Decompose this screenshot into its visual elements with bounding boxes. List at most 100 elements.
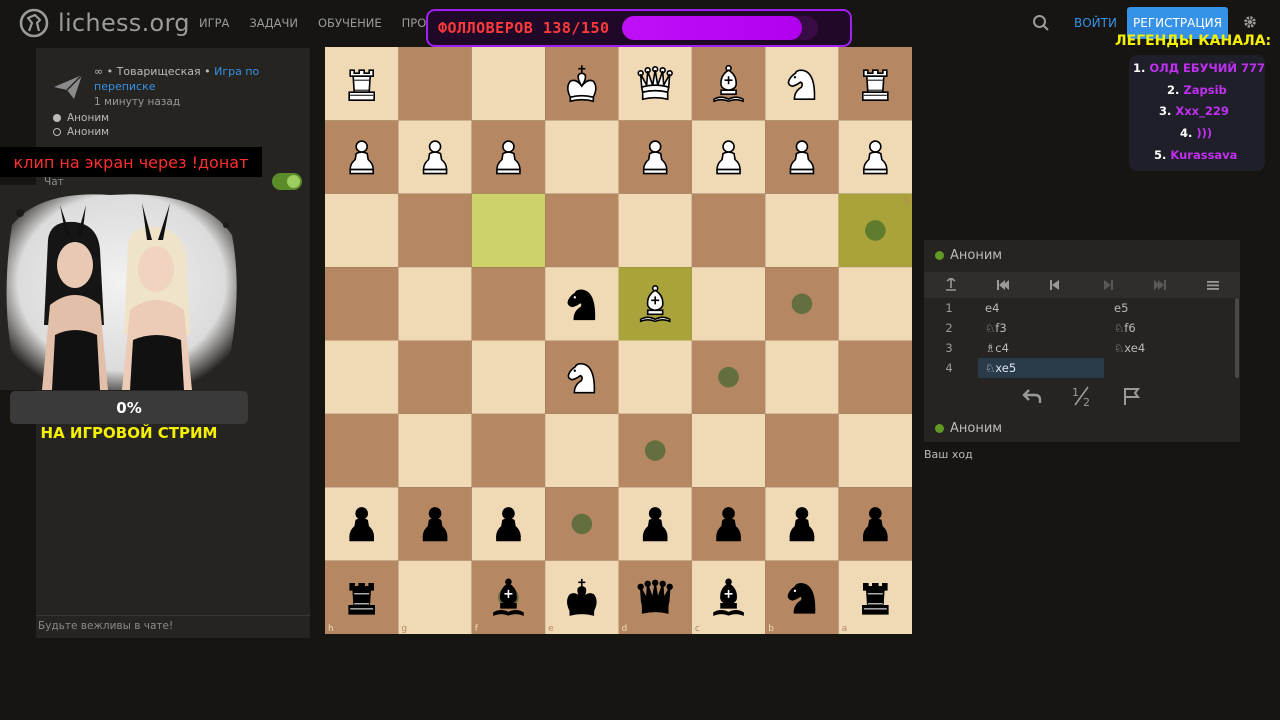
board-square[interactable] — [398, 560, 472, 634]
move-dest-dot[interactable] — [865, 220, 886, 241]
white-move[interactable]: e4 — [978, 298, 1104, 318]
board-square[interactable] — [618, 193, 692, 268]
file-label: d — [622, 624, 628, 634]
rank-label: 8 — [903, 564, 909, 574]
login-link[interactable]: ВОЙТИ — [1074, 16, 1117, 30]
opponent-name[interactable]: Аноним — [950, 248, 1002, 263]
white-move[interactable]: ♘f3 — [978, 318, 1104, 338]
offer-draw-icon[interactable]: 1 2 — [1071, 385, 1093, 407]
toggle-knob — [287, 175, 300, 188]
board-square[interactable] — [691, 193, 766, 268]
move-row: 4 ♘xe5 — [924, 358, 1234, 378]
next-move-icon[interactable] — [1101, 278, 1115, 292]
board-square[interactable] — [325, 193, 399, 268]
followers-progress-track — [621, 16, 818, 40]
nav-play[interactable]: ИГРА — [199, 16, 229, 30]
move-row: 1 e4 e5 — [924, 298, 1234, 318]
board-square[interactable] — [398, 413, 472, 488]
main-nav: ИГРА ЗАДАЧИ ОБУЧЕНИЕ ПРОСМО — [199, 16, 453, 30]
current-move[interactable]: ♘xe5 — [978, 358, 1104, 378]
player-white: Аноним — [53, 112, 109, 124]
site-logo[interactable]: lichess.org — [18, 7, 190, 39]
move-dest-dot[interactable] — [791, 293, 813, 315]
board-square[interactable] — [398, 267, 472, 341]
game-time: 1 минуту назад — [94, 96, 181, 108]
legends-list: 1. ОЛД ЕБУЧИЙ 777 2. Zapsib 3. Xxx_229 4… — [1129, 55, 1265, 171]
move-dest-dot[interactable] — [571, 513, 593, 535]
move-dest-dot[interactable] — [718, 366, 739, 388]
black-move[interactable] — [1108, 358, 1234, 378]
gear-icon[interactable] — [1242, 14, 1258, 30]
lichess-knight-icon — [19, 8, 49, 38]
last-move-icon[interactable] — [1153, 278, 1167, 292]
move-list-scrollbar[interactable] — [1235, 298, 1239, 378]
board-square[interactable] — [471, 193, 546, 268]
white-queen-icon[interactable] — [637, 65, 673, 101]
followers-progress-fill — [621, 16, 802, 40]
black-queen-icon[interactable] — [637, 579, 673, 614]
player-black-name: Аноним — [67, 126, 110, 138]
first-move-icon[interactable] — [996, 278, 1010, 292]
rank-label: 4 — [903, 270, 909, 280]
takeback-icon[interactable] — [1021, 385, 1043, 407]
board-square[interactable] — [471, 47, 546, 121]
board-square[interactable] — [765, 413, 839, 488]
player-white-name: Аноним — [67, 112, 110, 124]
board-square[interactable] — [618, 340, 692, 414]
move-number: 1 — [945, 301, 953, 315]
nav-puzzles[interactable]: ЗАДАЧИ — [249, 16, 298, 30]
board-square[interactable] — [471, 340, 546, 414]
game-info: ∞ • Товарищеская • Игра по переписке 1 м… — [94, 64, 294, 110]
donation-caption: НА ИГРОВОЙ СТРИМ — [40, 424, 218, 442]
board-square[interactable] — [838, 413, 912, 488]
board-square[interactable] — [765, 340, 839, 414]
paper-plane-icon — [54, 74, 83, 99]
your-turn-label: Ваш ход — [924, 448, 973, 461]
rank-label: 7 — [903, 490, 909, 500]
board-square[interactable] — [545, 193, 619, 268]
self-name[interactable]: Аноним — [950, 421, 1002, 436]
file-label: c — [695, 624, 700, 634]
board-square[interactable] — [325, 413, 399, 488]
board-square[interactable] — [325, 267, 399, 341]
flip-board-icon[interactable] — [944, 278, 958, 292]
board-square[interactable] — [838, 267, 912, 341]
legend-item: 5. Kurassava — [1154, 148, 1238, 162]
player-black: Аноним — [53, 126, 109, 138]
rank-label: 2 — [903, 123, 909, 133]
resign-flag-icon[interactable] — [1121, 385, 1143, 407]
board-square[interactable] — [398, 340, 472, 414]
board-square[interactable] — [838, 340, 912, 414]
prev-move-icon[interactable] — [1048, 278, 1062, 292]
board-square[interactable] — [471, 267, 546, 341]
file-label: g — [401, 624, 407, 634]
chat-input[interactable]: Будьте вежливы в чате! — [36, 615, 310, 637]
file-label: b — [768, 624, 774, 634]
board-square[interactable] — [325, 340, 399, 414]
search-icon[interactable] — [1032, 14, 1050, 32]
white-dot-icon — [53, 114, 61, 122]
board-square[interactable] — [471, 413, 546, 488]
clip-banner: клип на экран через !донат — [0, 147, 262, 177]
board-square[interactable] — [545, 120, 619, 194]
online-dot-icon — [935, 424, 944, 433]
move-number: 2 — [945, 321, 953, 335]
nav-learn[interactable]: ОБУЧЕНИЕ — [318, 16, 382, 30]
black-move[interactable]: ♘xe4 — [1108, 338, 1234, 358]
board-square[interactable] — [398, 47, 472, 121]
chat-toggle[interactable] — [272, 173, 302, 190]
black-move[interactable]: ♘f6 — [1108, 318, 1234, 338]
move-dest-dot[interactable] — [644, 440, 666, 461]
chess-board[interactable]: 12345678h g f e d c b a — [325, 47, 912, 634]
menu-icon[interactable] — [1206, 278, 1220, 292]
board-square[interactable] — [691, 413, 766, 488]
opponent-player: Аноним — [935, 248, 1002, 263]
black-move[interactable]: e5 — [1108, 298, 1234, 318]
rank-label: 3 — [903, 197, 909, 207]
board-square[interactable] — [691, 267, 766, 341]
board-square[interactable] — [398, 193, 472, 268]
white-move[interactable]: ♗c4 — [978, 338, 1104, 358]
board-square[interactable] — [765, 193, 839, 268]
svg-text:2: 2 — [1083, 396, 1090, 407]
board-square[interactable] — [545, 413, 619, 488]
